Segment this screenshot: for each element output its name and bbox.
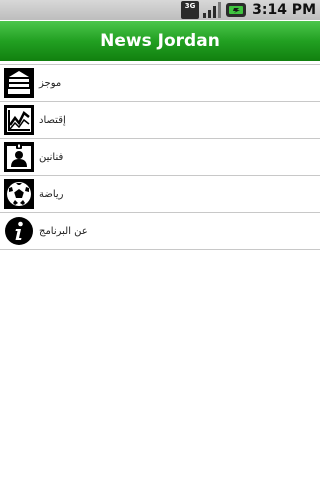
battery-icon — [226, 3, 247, 17]
menu-item-about[interactable]: عن البرنامج — [0, 213, 320, 250]
app-title: News Jordan — [100, 31, 220, 51]
menu-item-label: موجز — [39, 77, 62, 89]
status-bar: 3G 3:14 PM — [0, 0, 320, 20]
menu-list: موجز إقتصاد فنانين رياضة عن البرنامج — [0, 64, 320, 250]
news-brief-icon — [4, 68, 34, 98]
artist-badge-icon — [4, 142, 34, 172]
menu-item-label: فنانين — [39, 151, 64, 163]
menu-item-label: عن البرنامج — [39, 225, 88, 237]
menu-item-label: إقتصاد — [39, 114, 66, 126]
app-title-bar: News Jordan — [0, 21, 320, 61]
soccer-ball-icon — [4, 179, 34, 209]
info-icon — [4, 216, 34, 246]
menu-item-artists[interactable]: فنانين — [0, 139, 320, 176]
3g-icon: 3G — [181, 1, 200, 19]
menu-item-sports[interactable]: رياضة — [0, 176, 320, 213]
menu-item-economy[interactable]: إقتصاد — [0, 102, 320, 139]
menu-item-label: رياضة — [39, 188, 64, 200]
menu-item-brief[interactable]: موجز — [0, 64, 320, 102]
economy-chart-icon — [4, 105, 34, 135]
status-icons: 3G 3:14 PM — [181, 0, 316, 20]
signal-icon — [203, 2, 222, 18]
status-time: 3:14 PM — [252, 2, 316, 18]
